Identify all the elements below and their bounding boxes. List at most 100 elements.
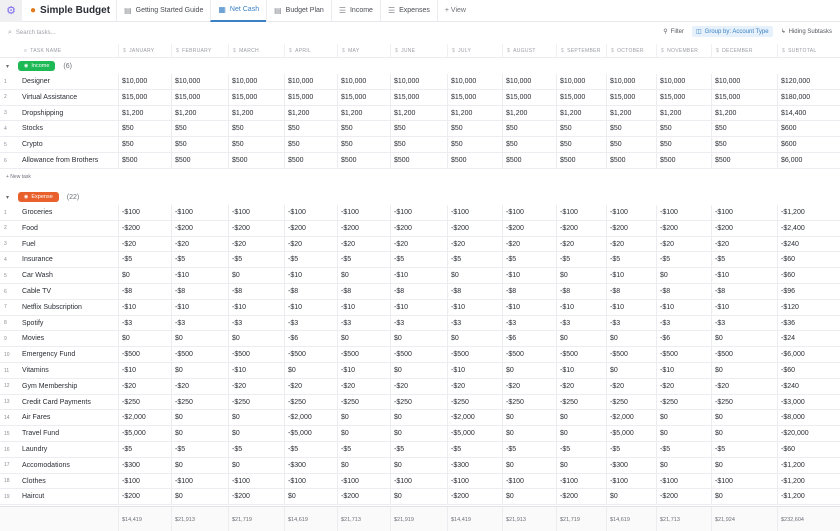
- cell-march[interactable]: -$10: [228, 299, 246, 315]
- cell-january[interactable]: -$100: [118, 205, 140, 220]
- cell-october[interactable]: -$5: [606, 442, 620, 457]
- cell-june[interactable]: -$250: [390, 394, 412, 410]
- cell-february[interactable]: -$10: [171, 268, 189, 284]
- cell-may[interactable]: -$250: [337, 394, 359, 410]
- cell-july[interactable]: $0: [447, 331, 459, 347]
- cell-december[interactable]: -$10: [711, 299, 729, 315]
- cell-september[interactable]: -$8: [556, 284, 570, 299]
- cell-october[interactable]: -$200: [606, 220, 628, 236]
- cell-march[interactable]: $50: [228, 137, 244, 153]
- table-row[interactable]: 1 Groceries -$100 -$100 -$100 -$100 -$100 -$100…: [0, 205, 840, 221]
- cell-january[interactable]: -$20: [118, 236, 136, 252]
- table-row[interactable]: 8 Spotify -$3 -$3 -$3 -$3 -$3 -$3 -$3 -$3 -$3 -$3 -$…: [0, 315, 840, 332]
- cell-june[interactable]: $50: [390, 137, 406, 153]
- cell-september[interactable]: -$10: [556, 363, 574, 378]
- cell-october[interactable]: -$10: [606, 268, 624, 284]
- cell-august[interactable]: -$10: [502, 268, 520, 284]
- table-row[interactable]: 5 Car Wash $0 -$10 $0 -$10 $0 -$10 $0 -$10 $0 -$10 $…: [0, 268, 840, 284]
- cell-march[interactable]: -$200: [228, 220, 250, 236]
- cell-april[interactable]: -$200: [284, 220, 306, 236]
- cell-january[interactable]: $15,000: [118, 89, 147, 105]
- cell-august[interactable]: -$20: [502, 236, 520, 252]
- task-name[interactable]: Designer: [22, 74, 50, 89]
- task-name[interactable]: Accomodations: [22, 458, 70, 473]
- cell-august[interactable]: -$100: [502, 205, 524, 220]
- cell-subtotal[interactable]: -$60: [777, 268, 795, 284]
- cell-december[interactable]: $500: [711, 153, 731, 168]
- cell-september[interactable]: $0: [556, 331, 568, 347]
- cell-april[interactable]: $10,000: [284, 74, 313, 89]
- cell-september[interactable]: -$500: [556, 347, 578, 363]
- cell-february[interactable]: $0: [171, 410, 183, 426]
- subtasks-toggle[interactable]: ↳ Hiding Subtasks: [777, 26, 836, 37]
- cell-may[interactable]: $50: [337, 121, 353, 137]
- cell-september[interactable]: -$5: [556, 442, 570, 457]
- task-name[interactable]: Vitamins: [22, 363, 49, 378]
- cell-november[interactable]: -$5: [656, 252, 670, 268]
- cell-february[interactable]: $0: [171, 457, 183, 473]
- cell-september[interactable]: $10,000: [556, 74, 585, 89]
- table-row[interactable]: 16 Laundry -$5 -$5 -$5 -$5 -$5 -$5 -$5 -$5 -$5 -$5 -…: [0, 442, 840, 458]
- cell-february[interactable]: $0: [171, 331, 183, 347]
- cell-april[interactable]: -$10: [284, 268, 302, 284]
- cell-october[interactable]: $15,000: [606, 89, 635, 105]
- cell-july[interactable]: -$5: [447, 252, 461, 268]
- cell-august[interactable]: $0: [502, 489, 514, 505]
- cell-august[interactable]: $0: [502, 426, 514, 442]
- cell-march[interactable]: $0: [228, 457, 240, 473]
- cell-november[interactable]: -$5: [656, 442, 670, 457]
- cell-subtotal[interactable]: -$24: [777, 331, 795, 347]
- cell-december[interactable]: -$20: [711, 378, 729, 394]
- cell-july[interactable]: $10,000: [447, 74, 476, 89]
- cell-july[interactable]: -$5,000: [447, 426, 475, 442]
- cell-may[interactable]: -$20: [337, 236, 355, 252]
- cell-january[interactable]: -$8: [118, 284, 132, 299]
- cell-june[interactable]: $10,000: [390, 74, 419, 89]
- cell-may[interactable]: -$8: [337, 284, 351, 299]
- cell-february[interactable]: -$200: [171, 220, 193, 236]
- cell-october[interactable]: -$100: [606, 205, 628, 220]
- cell-november[interactable]: $0: [656, 457, 668, 473]
- cell-may[interactable]: -$20: [337, 378, 355, 394]
- table-row[interactable]: 3 Fuel -$20 -$20 -$20 -$20 -$20 -$20 -$20 -$20 -$2…: [0, 236, 840, 253]
- cell-january[interactable]: -$5: [118, 252, 132, 268]
- cell-april[interactable]: $0: [284, 363, 296, 378]
- add-view-button[interactable]: + View: [436, 0, 473, 22]
- cell-february[interactable]: -$8: [171, 284, 185, 299]
- cell-august[interactable]: -$8: [502, 284, 516, 299]
- cell-april[interactable]: -$250: [284, 394, 306, 410]
- task-name[interactable]: Cable TV: [22, 284, 51, 299]
- cell-november[interactable]: $500: [656, 153, 676, 168]
- cell-july[interactable]: -$300: [447, 457, 469, 473]
- cell-january[interactable]: -$250: [118, 394, 140, 410]
- cell-february[interactable]: $0: [171, 363, 183, 378]
- cell-august[interactable]: -$3: [502, 315, 516, 331]
- cell-december[interactable]: -$5: [711, 252, 725, 268]
- column-header-march[interactable]: $ MARCH: [228, 44, 259, 58]
- cell-april[interactable]: -$500: [284, 347, 306, 363]
- cell-september[interactable]: -$100: [556, 473, 578, 489]
- cell-april[interactable]: -$2,000: [284, 410, 312, 426]
- cell-october[interactable]: $0: [606, 331, 618, 347]
- cell-april[interactable]: -$300: [284, 457, 306, 473]
- cell-november[interactable]: -$6: [656, 331, 670, 347]
- cell-august[interactable]: -$500: [502, 347, 524, 363]
- cell-july[interactable]: -$2,000: [447, 410, 475, 426]
- cell-december[interactable]: $0: [711, 426, 723, 442]
- cell-september[interactable]: $15,000: [556, 89, 585, 105]
- cell-october[interactable]: -$20: [606, 378, 624, 394]
- cell-may[interactable]: $0: [337, 268, 349, 284]
- cell-february[interactable]: -$20: [171, 236, 189, 252]
- chevron-down-icon[interactable]: ▾: [6, 63, 16, 70]
- cell-november[interactable]: $50: [656, 137, 672, 153]
- cell-may[interactable]: -$100: [337, 473, 359, 489]
- cell-april[interactable]: $50: [284, 121, 300, 137]
- cell-june[interactable]: -$10: [390, 299, 408, 315]
- task-name[interactable]: Netflix Subscription: [22, 300, 82, 315]
- table-row[interactable]: 6 Cable TV -$8 -$8 -$8 -$8 -$8 -$8 -$8 -$8 -$8 -$8 -…: [0, 284, 840, 300]
- column-header-june[interactable]: $ JUNE: [390, 44, 415, 58]
- cell-february[interactable]: -$250: [171, 394, 193, 410]
- table-row[interactable]: 9 Movies $0 $0 $0 -$6 $0 $0 $0 -$6 $0 $0 -$6 $0 -$24: [0, 331, 840, 348]
- cell-october[interactable]: -$5,000: [606, 426, 634, 442]
- task-name[interactable]: Spotify: [22, 316, 43, 331]
